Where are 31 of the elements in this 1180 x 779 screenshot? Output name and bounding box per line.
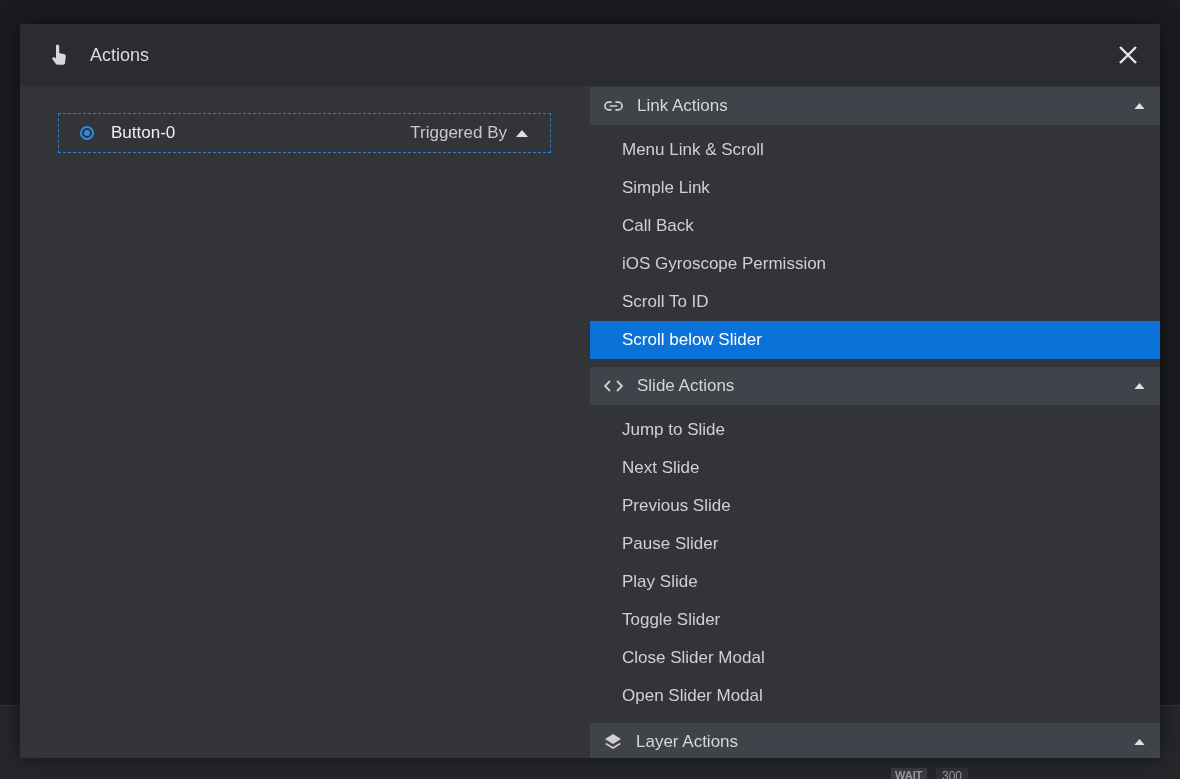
layers-icon: [604, 733, 622, 751]
action-item[interactable]: Next Slide: [590, 449, 1160, 487]
link-icon: [604, 101, 623, 111]
action-item[interactable]: Previous Slide: [590, 487, 1160, 525]
close-button[interactable]: [1118, 45, 1138, 65]
action-item[interactable]: Play Slide: [590, 563, 1160, 601]
trigger-row[interactable]: Button-0 Triggered By: [58, 113, 551, 153]
dialog-title: Actions: [90, 44, 151, 66]
action-item[interactable]: Open Slider Modal: [590, 677, 1160, 715]
group-header[interactable]: Slide Actions: [590, 367, 1160, 405]
code-brackets-icon: [604, 380, 623, 392]
action-item[interactable]: Toggle Slider: [590, 601, 1160, 639]
action-item[interactable]: Menu Link & Scroll: [590, 131, 1160, 169]
pointing-hand-icon: [51, 44, 67, 66]
action-item[interactable]: Close Slider Modal: [590, 639, 1160, 677]
group-title: Link Actions: [637, 96, 729, 116]
radio-button[interactable]: [80, 126, 94, 140]
group-header[interactable]: Layer Actions: [590, 723, 1160, 758]
action-item[interactable]: Scroll To ID: [590, 283, 1160, 321]
triggered-by-dropdown[interactable]: Triggered By: [410, 123, 507, 143]
wait-label: WAIT: [891, 768, 927, 779]
group-title: Layer Actions: [636, 732, 740, 752]
action-item[interactable]: Pause Slider: [590, 525, 1160, 563]
action-item[interactable]: Simple Link: [590, 169, 1160, 207]
trigger-label: Button-0: [111, 123, 177, 143]
group-header[interactable]: Link Actions: [590, 87, 1160, 125]
group-title: Slide Actions: [637, 376, 736, 396]
action-item[interactable]: Call Back: [590, 207, 1160, 245]
action-item[interactable]: iOS Gyroscope Permission: [590, 245, 1160, 283]
action-item[interactable]: Scroll below Slider: [590, 321, 1160, 359]
action-item[interactable]: Jump to Slide: [590, 411, 1160, 449]
